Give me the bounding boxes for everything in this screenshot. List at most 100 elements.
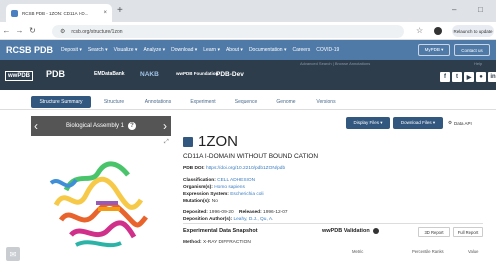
- relaunch-update-button[interactable]: Relaunch to update: [452, 25, 494, 37]
- full-report-button[interactable]: Full Report: [453, 227, 483, 237]
- favicon-icon: [11, 9, 18, 17]
- tab-versions[interactable]: Versions: [307, 96, 345, 108]
- back-icon[interactable]: ←: [0, 26, 13, 35]
- reload-icon[interactable]: ↻: [26, 26, 39, 35]
- tab-structure-summary[interactable]: Structure Summary: [31, 96, 91, 108]
- browser-tab-title: RCSB PDB - 1ZON: CD11A I-D...: [22, 10, 89, 16]
- released-label: Released:: [239, 210, 262, 215]
- gear-icon: ⚙: [448, 120, 453, 125]
- next-assembly-icon[interactable]: ›: [163, 119, 167, 133]
- expression-row: Expression System: Escherichia coli: [183, 192, 264, 197]
- mutation-row: Mutation(s): No: [183, 199, 218, 204]
- help-link[interactable]: Help: [474, 61, 482, 66]
- site-brand[interactable]: RCSB PDB: [6, 45, 53, 55]
- tab-sequence[interactable]: Sequence: [227, 96, 265, 108]
- nakb-logo[interactable]: NAKB: [140, 71, 159, 78]
- validation-heading: wwPDB Validation: [322, 228, 379, 234]
- prev-assembly-icon[interactable]: ‹: [34, 119, 38, 133]
- youtube-icon[interactable]: ▶: [464, 72, 474, 82]
- expression-link[interactable]: Escherichia coli: [230, 192, 263, 197]
- twitter-icon[interactable]: t: [452, 72, 462, 82]
- extension-icon[interactable]: [434, 27, 442, 35]
- data-api-link[interactable]: ⚙ Data API: [448, 117, 480, 129]
- dates-row: Deposited: 1996-09-20 Released: 1996-12-…: [183, 210, 288, 215]
- mutation-label: Mutation(s):: [183, 199, 211, 204]
- experimental-snapshot-heading: Experimental Data Snapshot: [183, 228, 258, 234]
- classification-row: Classification: CELL ADHESION: [183, 178, 255, 183]
- pdb-logo[interactable]: PDB: [46, 69, 65, 79]
- emdatabank-logo[interactable]: EMDataBank: [94, 71, 125, 77]
- nav-visualize[interactable]: Visualize ▾: [114, 47, 138, 53]
- nav-learn[interactable]: Learn ▾: [203, 47, 220, 53]
- released-date: 1996-12-07: [263, 210, 288, 215]
- data-api-label: Data API: [454, 120, 472, 126]
- method-label: Method:: [183, 240, 202, 245]
- minimize-button[interactable]: –: [452, 5, 456, 14]
- feedback-icon[interactable]: ✉: [6, 247, 20, 261]
- organism-link[interactable]: Homo sapiens: [214, 185, 245, 190]
- assembly-selector: Biological Assembly 1 ?: [31, 116, 171, 136]
- expand-viewer-icon[interactable]: ⤢: [164, 139, 169, 146]
- nav-download[interactable]: Download ▾: [171, 47, 197, 53]
- browser-tab[interactable]: RCSB PDB - 1ZON: CD11A I-D... ×: [6, 4, 112, 22]
- organism-label: Organism(s):: [183, 185, 213, 190]
- partner-banner: [0, 60, 496, 90]
- authors-label: Deposition Author(s):: [183, 217, 233, 222]
- search-links[interactable]: Advanced Search | Browse Annotations: [300, 61, 370, 66]
- pdb-dev-logo[interactable]: PDB-Dev: [216, 71, 244, 78]
- pdb-id: 1ZON: [198, 133, 239, 150]
- tab-structure[interactable]: Structure: [95, 96, 133, 108]
- expression-label: Expression System:: [183, 192, 229, 197]
- assembly-label: Biological Assembly 1: [65, 123, 125, 129]
- nav-analyze[interactable]: Analyze ▾: [143, 47, 165, 53]
- deposited-date: 1996-09-20: [209, 210, 234, 215]
- authors-link[interactable]: Leahy, D.J., Qu, A.: [233, 217, 273, 222]
- github-icon[interactable]: ●: [476, 72, 486, 82]
- doi-row: PDB DOI: https://doi.org/10.2210/pdb1ZON…: [183, 166, 285, 171]
- deposited-label: Deposited:: [183, 210, 208, 215]
- section-divider: [183, 223, 483, 224]
- mypdb-button[interactable]: MyPDB ▾: [418, 44, 450, 56]
- nav-about[interactable]: About ▾: [226, 47, 243, 53]
- protein-structure-image[interactable]: [36, 145, 164, 255]
- close-tab-icon[interactable]: ×: [103, 10, 107, 16]
- social-links: f t ▶ ● in: [440, 72, 496, 82]
- forward-icon[interactable]: →: [13, 26, 26, 35]
- authors-row: Deposition Author(s): Leahy, D.J., Qu, A…: [183, 217, 273, 222]
- method-value: X-RAY DIFFRACTION: [203, 240, 251, 245]
- nav-search[interactable]: Search ▾: [88, 47, 108, 53]
- site-info-icon[interactable]: ⚙: [60, 28, 65, 35]
- tab-annotations[interactable]: Annotations: [137, 96, 179, 108]
- info-icon[interactable]: [372, 228, 379, 234]
- validation-title: wwPDB Validation: [322, 228, 370, 234]
- entry-type-icon: [183, 137, 193, 147]
- metric-column-header: Metric: [352, 249, 364, 254]
- nav-documentation[interactable]: Documentation ▾: [249, 47, 287, 53]
- bookmark-star-icon[interactable]: ☆: [416, 26, 423, 35]
- url-text: rcsb.org/structure/1zon: [71, 28, 123, 35]
- url-field[interactable]: ⚙ rcsb.org/structure/1zon: [52, 25, 404, 38]
- organism-row: Organism(s): Homo sapiens: [183, 185, 245, 190]
- maximize-button[interactable]: □: [478, 5, 483, 14]
- nav-covid[interactable]: COVID-19: [316, 47, 339, 53]
- display-files-button[interactable]: Display Files ▾: [346, 117, 390, 129]
- tab-genome[interactable]: Genome: [268, 96, 304, 108]
- percentile-column-header: Percentile Ranks: [412, 249, 444, 254]
- linkedin-icon[interactable]: in: [488, 72, 496, 82]
- wwpdb-logo[interactable]: wwPDB: [5, 71, 34, 81]
- new-tab-button[interactable]: +: [117, 6, 123, 16]
- method-row: Method: X-RAY DIFFRACTION: [183, 240, 251, 245]
- wwpdb-foundation-logo[interactable]: wwPDB Foundation: [176, 71, 218, 76]
- 3d-report-button[interactable]: 3D Report: [418, 227, 450, 237]
- classification-link[interactable]: CELL ADHESION: [217, 178, 255, 183]
- contact-us-button[interactable]: Contact us: [454, 44, 490, 56]
- nav-deposit[interactable]: Deposit ▾: [61, 47, 82, 53]
- facebook-icon[interactable]: f: [440, 72, 450, 82]
- nav-careers[interactable]: Careers: [292, 47, 310, 53]
- download-files-button[interactable]: Download Files ▾: [393, 117, 443, 129]
- value-column-header: Value: [468, 249, 479, 254]
- help-icon[interactable]: ?: [128, 122, 137, 130]
- doi-link[interactable]: https://doi.org/10.2210/pdb1ZON/pdb: [206, 166, 285, 171]
- doi-label: PDB DOI:: [183, 166, 205, 171]
- tab-experiment[interactable]: Experiment: [183, 96, 223, 108]
